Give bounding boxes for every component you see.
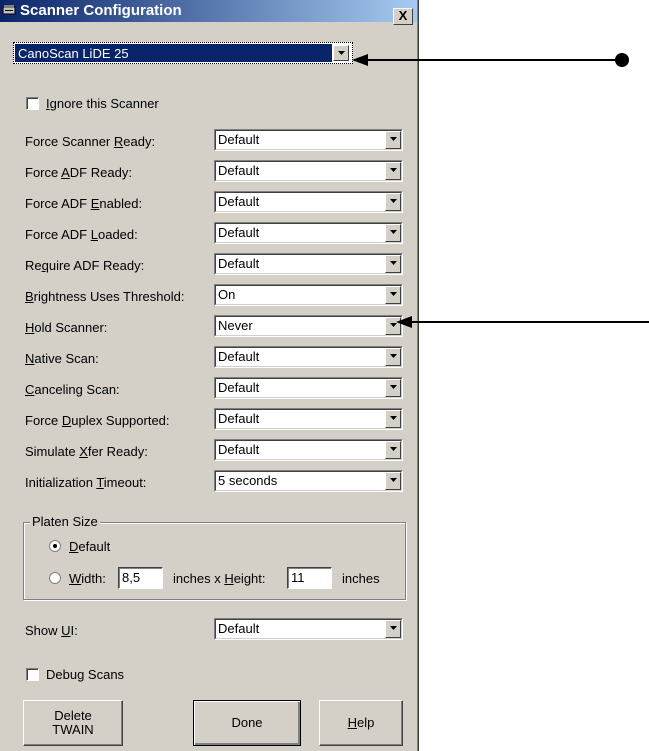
annotation-arrow-hold-scanner	[396, 316, 649, 328]
annotation-arrow-scanner-select	[352, 53, 629, 67]
annotation-arrows	[352, 53, 649, 328]
